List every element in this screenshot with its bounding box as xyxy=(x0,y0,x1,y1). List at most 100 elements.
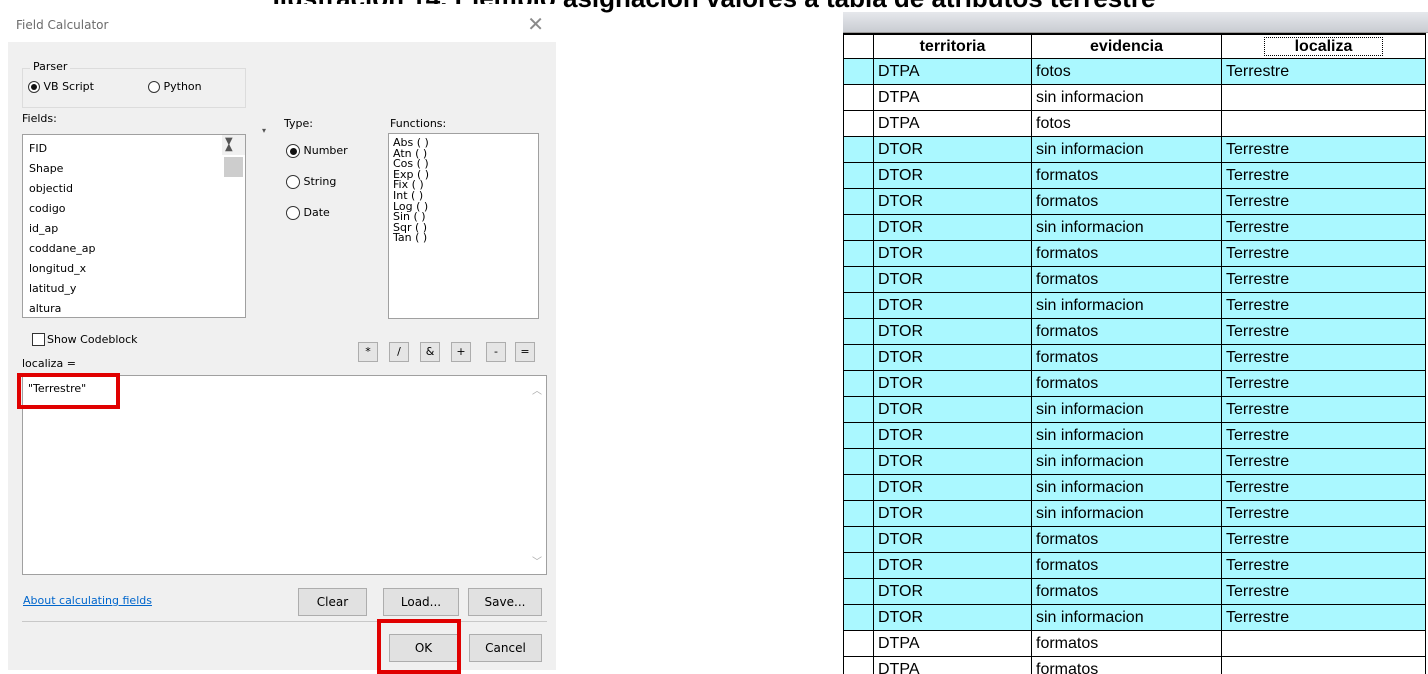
cell-territoria[interactable]: DTOR xyxy=(873,448,1032,475)
row-selector[interactable] xyxy=(843,136,874,163)
equals-operator-button[interactable]: = xyxy=(515,342,535,362)
cell-territoria[interactable]: DTOR xyxy=(873,552,1032,579)
row-selector[interactable] xyxy=(843,656,874,674)
cell-evidencia[interactable]: sin informacion xyxy=(1031,422,1222,449)
divide-operator-button[interactable]: / xyxy=(389,342,409,362)
cell-territoria[interactable]: DTOR xyxy=(873,136,1032,163)
cell-territoria[interactable]: DTOR xyxy=(873,604,1032,631)
cell-localiza[interactable]: Terrestre xyxy=(1221,552,1426,579)
radio-unselected-icon[interactable] xyxy=(286,206,300,220)
row-selector[interactable] xyxy=(843,396,874,423)
cell-evidencia[interactable]: formatos xyxy=(1031,656,1222,674)
table-row[interactable]: DTOR formatos Terrestre xyxy=(843,370,1426,397)
cell-evidencia[interactable]: formatos xyxy=(1031,526,1222,553)
cell-territoria[interactable]: DTOR xyxy=(873,188,1032,215)
cell-localiza[interactable]: Terrestre xyxy=(1221,344,1426,371)
load-button[interactable]: Load... xyxy=(383,588,459,616)
field-item[interactable]: id_ap xyxy=(23,219,245,239)
table-row[interactable]: DTPA fotos Terrestre xyxy=(843,58,1426,85)
cell-localiza[interactable]: Terrestre xyxy=(1221,214,1426,241)
field-item[interactable]: Shape xyxy=(23,159,245,179)
table-row[interactable]: DTPA formatos xyxy=(843,656,1426,674)
cell-evidencia[interactable]: formatos xyxy=(1031,370,1222,397)
cell-territoria[interactable]: DTOR xyxy=(873,266,1032,293)
table-row[interactable]: DTPA formatos xyxy=(843,630,1426,657)
radio-selected-icon[interactable] xyxy=(28,81,40,93)
column-header-localiza[interactable]: localiza xyxy=(1221,33,1426,59)
cell-evidencia[interactable]: formatos xyxy=(1031,578,1222,605)
cell-localiza[interactable]: Terrestre xyxy=(1221,240,1426,267)
row-selector[interactable] xyxy=(843,318,874,345)
row-selector[interactable] xyxy=(843,240,874,267)
row-selector[interactable] xyxy=(843,370,874,397)
row-selector[interactable] xyxy=(843,604,874,631)
row-selector[interactable] xyxy=(843,448,874,475)
row-selector[interactable] xyxy=(843,344,874,371)
field-item[interactable]: latitud_y xyxy=(23,279,245,299)
table-row[interactable]: DTOR formatos Terrestre xyxy=(843,240,1426,267)
cell-territoria[interactable]: DTPA xyxy=(873,630,1032,657)
table-row[interactable]: DTPA sin informacion xyxy=(843,84,1426,111)
cell-evidencia[interactable]: sin informacion xyxy=(1031,84,1222,111)
row-selector[interactable] xyxy=(843,58,874,85)
row-selector[interactable] xyxy=(843,474,874,501)
column-header-evidencia[interactable]: evidencia xyxy=(1031,33,1222,59)
cell-evidencia[interactable]: fotos xyxy=(1031,110,1222,137)
cell-localiza[interactable]: Terrestre xyxy=(1221,578,1426,605)
scroll-down-icon[interactable]: ▼ xyxy=(225,132,233,152)
close-icon[interactable]: ✕ xyxy=(527,12,544,36)
field-item[interactable]: codigo xyxy=(23,199,245,219)
cell-territoria[interactable]: DTPA xyxy=(873,84,1032,111)
cell-evidencia[interactable]: sin informacion xyxy=(1031,604,1222,631)
cell-evidencia[interactable]: formatos xyxy=(1031,630,1222,657)
cell-territoria[interactable]: DTOR xyxy=(873,396,1032,423)
row-selector[interactable] xyxy=(843,578,874,605)
cell-evidencia[interactable]: sin informacion xyxy=(1031,474,1222,501)
row-selector[interactable] xyxy=(843,266,874,293)
table-row[interactable]: DTOR sin informacion Terrestre xyxy=(843,604,1426,631)
cell-localiza[interactable]: Terrestre xyxy=(1221,526,1426,553)
fields-listbox[interactable]: FID Shape objectid codigo id_ap coddane_… xyxy=(22,134,246,318)
cell-territoria[interactable]: DTPA xyxy=(873,110,1032,137)
about-calculating-fields-link[interactable]: About calculating fields xyxy=(23,594,152,607)
cell-territoria[interactable]: DTOR xyxy=(873,162,1032,189)
cell-territoria[interactable]: DTOR xyxy=(873,214,1032,241)
cell-localiza[interactable]: Terrestre xyxy=(1221,162,1426,189)
row-selector[interactable] xyxy=(843,292,874,319)
table-row[interactable]: DTOR sin informacion Terrestre xyxy=(843,214,1426,241)
table-row[interactable]: DTOR formatos Terrestre xyxy=(843,266,1426,293)
row-selector[interactable] xyxy=(843,162,874,189)
cell-territoria[interactable]: DTPA xyxy=(873,58,1032,85)
table-row[interactable]: DTOR formatos Terrestre xyxy=(843,344,1426,371)
cell-evidencia[interactable]: sin informacion xyxy=(1031,500,1222,527)
cell-territoria[interactable]: DTOR xyxy=(873,318,1032,345)
multiply-operator-button[interactable]: * xyxy=(358,342,378,362)
table-row[interactable]: DTOR sin informacion Terrestre xyxy=(843,396,1426,423)
cell-evidencia[interactable]: formatos xyxy=(1031,318,1222,345)
cell-territoria[interactable]: DTPA xyxy=(873,656,1032,674)
cell-evidencia[interactable]: formatos xyxy=(1031,552,1222,579)
functions-listbox[interactable]: Abs ( ) Atn ( ) Cos ( ) Exp ( ) Fix ( ) … xyxy=(388,133,539,319)
row-selector[interactable] xyxy=(843,630,874,657)
cell-territoria[interactable]: DTOR xyxy=(873,292,1032,319)
cancel-button[interactable]: Cancel xyxy=(469,634,542,662)
cell-localiza[interactable]: Terrestre xyxy=(1221,370,1426,397)
fields-scrollbar[interactable]: ▲ ▼ xyxy=(222,132,245,177)
table-row[interactable]: DTPA fotos xyxy=(843,110,1426,137)
row-selector[interactable] xyxy=(843,500,874,527)
cell-localiza[interactable]: Terrestre xyxy=(1221,188,1426,215)
concat-operator-button[interactable]: & xyxy=(420,342,440,362)
cell-localiza[interactable]: Terrestre xyxy=(1221,292,1426,319)
cell-localiza[interactable] xyxy=(1221,84,1426,111)
table-row[interactable]: DTOR formatos Terrestre xyxy=(843,188,1426,215)
table-row[interactable]: DTOR formatos Terrestre xyxy=(843,552,1426,579)
row-selector[interactable] xyxy=(843,214,874,241)
type-date-option[interactable]: Date xyxy=(286,206,330,220)
cell-territoria[interactable]: DTOR xyxy=(873,422,1032,449)
table-row[interactable]: DTOR sin informacion Terrestre xyxy=(843,422,1426,449)
cell-localiza[interactable]: Terrestre xyxy=(1221,604,1426,631)
field-item[interactable]: longitud_x xyxy=(23,259,245,279)
cell-territoria[interactable]: DTOR xyxy=(873,578,1032,605)
row-selector[interactable] xyxy=(843,552,874,579)
cell-localiza[interactable] xyxy=(1221,656,1426,674)
